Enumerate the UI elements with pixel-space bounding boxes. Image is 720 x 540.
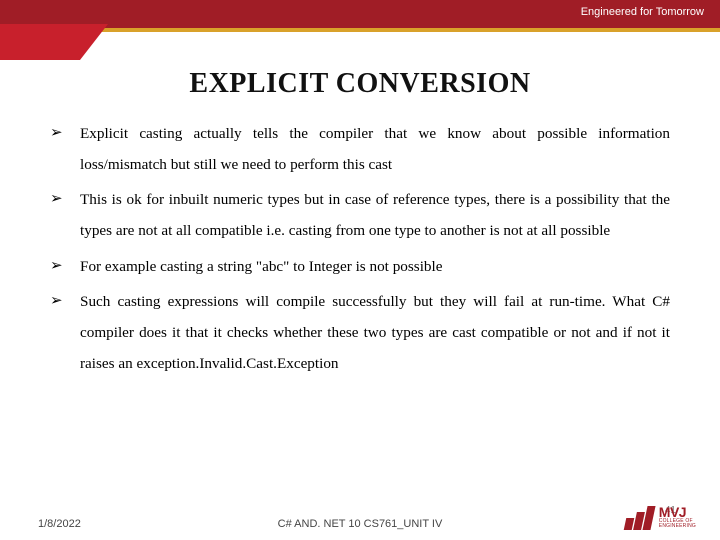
- slide-title: EXPLICIT CONVERSION: [0, 68, 720, 100]
- footer-date: 1/8/2022: [38, 518, 81, 530]
- header-tagline: Engineered for Tomorrow: [581, 6, 704, 18]
- footer-center: C# AND. NET 10 CS761_UNIT IV: [278, 518, 443, 530]
- bullet-item: For example casting a string "abc" to In…: [50, 251, 670, 282]
- bullet-item: Such casting expressions will compile su…: [50, 286, 670, 379]
- logo-big: MVJ: [659, 505, 696, 519]
- logo-text: MVJ COLLEGE OF ENGINEERING: [659, 505, 696, 529]
- corner-tab: [0, 24, 80, 60]
- college-logo: MVJ COLLEGE OF ENGINEERING: [625, 504, 696, 530]
- accent-line: [0, 28, 720, 32]
- bullet-item: Explicit casting actually tells the comp…: [50, 118, 670, 180]
- bullet-item: This is ok for inbuilt numeric types but…: [50, 184, 670, 246]
- logo-mark-icon: [625, 504, 655, 530]
- bullet-list: Explicit casting actually tells the comp…: [50, 118, 670, 379]
- slide-content: Explicit casting actually tells the comp…: [0, 100, 720, 379]
- logo-line2: ENGINEERING: [659, 524, 696, 529]
- header-bar: Engineered for Tomorrow: [0, 0, 720, 28]
